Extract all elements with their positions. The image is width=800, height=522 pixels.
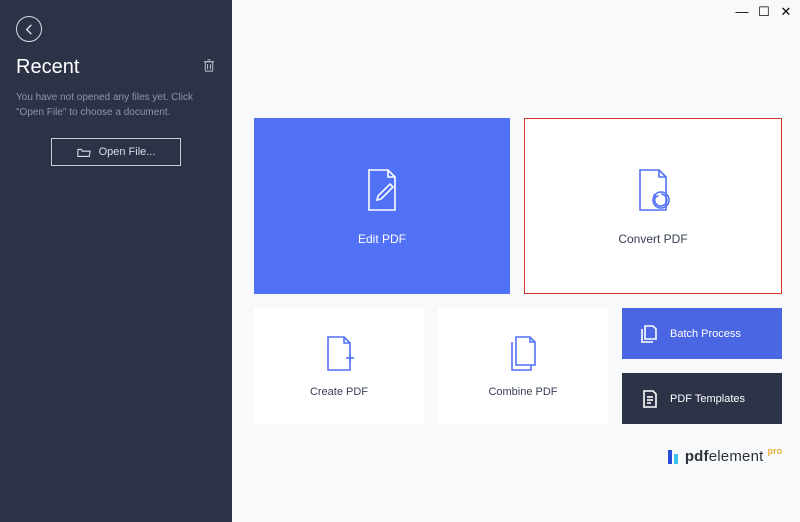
create-pdf-card[interactable]: Create PDF: [254, 308, 424, 424]
back-button[interactable]: [16, 16, 42, 42]
edit-pdf-label: Edit PDF: [358, 232, 406, 246]
create-pdf-label: Create PDF: [310, 386, 368, 398]
combine-pdf-label: Combine PDF: [488, 386, 557, 398]
batch-process-label: Batch Process: [670, 328, 741, 340]
document-template-icon: [640, 389, 658, 409]
recent-empty-hint: You have not opened any files yet. Click…: [16, 91, 211, 120]
trash-icon: [202, 58, 216, 73]
folder-open-icon: [77, 147, 91, 158]
logo-icon: [668, 450, 682, 464]
document-combine-icon: [506, 334, 540, 374]
main-area: Edit PDF Convert PDF: [232, 0, 800, 522]
convert-pdf-label: Convert PDF: [618, 232, 687, 246]
combine-pdf-card[interactable]: Combine PDF: [438, 308, 608, 424]
document-create-icon: [322, 334, 356, 374]
document-edit-icon: [360, 166, 404, 214]
edit-pdf-card[interactable]: Edit PDF: [254, 118, 510, 294]
convert-pdf-card[interactable]: Convert PDF: [524, 118, 782, 294]
clear-recent-button[interactable]: [202, 58, 216, 78]
logo-pro-suffix: pro: [768, 446, 783, 456]
open-file-label: Open File...: [99, 146, 156, 158]
chevron-left-icon: [24, 24, 35, 35]
pdf-templates-card[interactable]: PDF Templates: [622, 373, 782, 424]
branding: pdfelement pro: [254, 448, 782, 465]
document-convert-icon: [631, 166, 675, 214]
pdf-templates-label: PDF Templates: [670, 393, 745, 405]
recent-heading: Recent: [16, 56, 79, 79]
open-file-button[interactable]: Open File...: [51, 138, 181, 166]
batch-process-card[interactable]: Batch Process: [622, 308, 782, 359]
document-batch-icon: [640, 324, 658, 344]
logo-text: pdfelement: [685, 448, 764, 465]
sidebar: Recent You have not opened any files yet…: [0, 0, 232, 522]
